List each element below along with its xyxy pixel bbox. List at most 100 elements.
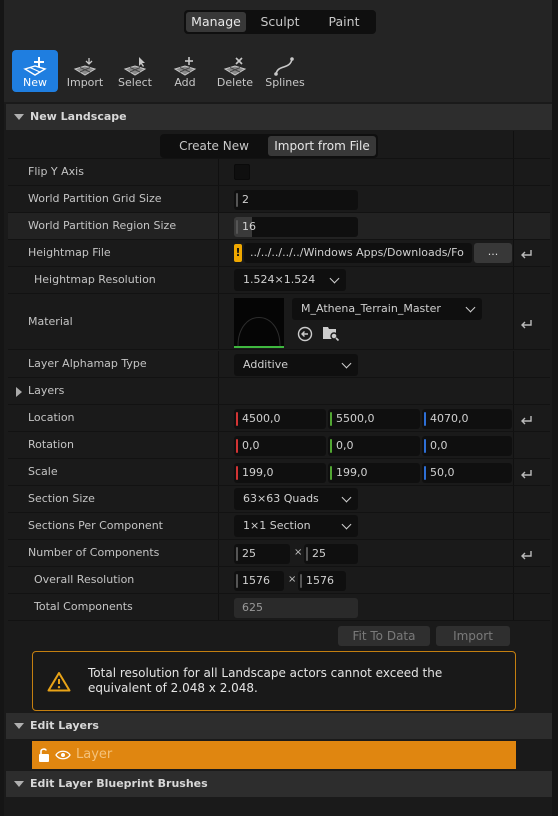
edit-bp-brushes-header[interactable]: Edit Layer Blueprint Brushes — [6, 771, 552, 797]
heightmap-res-combo[interactable]: 1.524×1.524 — [234, 269, 346, 291]
select-label: Select — [118, 76, 152, 89]
layers-row[interactable]: Layers — [8, 378, 550, 405]
add-tool-button[interactable]: Add — [162, 50, 208, 92]
overall-res-y-input[interactable]: 1576 — [298, 571, 346, 591]
spin-handle — [236, 220, 238, 234]
edit-bp-brushes-title: Edit Layer Blueprint Brushes — [30, 777, 208, 790]
import-tool-button[interactable]: Import — [62, 50, 108, 92]
column-divider — [218, 567, 219, 593]
column-divider — [218, 486, 219, 512]
warning-icon — [47, 672, 71, 692]
scale-x-input[interactable]: 199,0 — [234, 463, 326, 483]
material-thumbnail[interactable] — [234, 298, 284, 348]
edit-layers-header[interactable]: Edit Layers — [6, 713, 552, 739]
splines-tool-button[interactable]: Splines — [262, 50, 308, 92]
browse-to-asset-icon[interactable] — [322, 325, 340, 342]
column-divider — [218, 405, 219, 431]
section-size-value: 63×63 Quads — [243, 492, 319, 505]
create-new-tab[interactable]: Create New — [162, 136, 266, 156]
region-size-row: World Partition Region Size 16 — [8, 213, 550, 240]
alphamap-type-combo[interactable]: Additive — [234, 354, 358, 376]
visibility-eye-icon[interactable] — [55, 750, 71, 760]
rotation-y-input[interactable]: 0,0 — [328, 436, 420, 456]
times-separator: × — [288, 574, 297, 585]
x-axis-marker — [236, 439, 238, 453]
reset-to-default-icon[interactable] — [519, 413, 533, 425]
column-divider — [513, 378, 514, 404]
scale-z-input[interactable]: 50,0 — [422, 463, 512, 483]
chevron-down-icon — [341, 519, 352, 530]
mode-sculpt[interactable]: Sculpt — [250, 12, 310, 32]
new-tool-button[interactable]: New — [12, 50, 58, 92]
column-divider — [218, 294, 219, 349]
splines-label: Splines — [265, 76, 305, 89]
reset-to-default-icon[interactable] — [519, 548, 533, 560]
total-components-row: Total Components 625 — [8, 594, 550, 621]
alphamap-type-row: Layer Alphamap Type Additive — [8, 351, 550, 378]
rotation-z-input[interactable]: 0,0 — [422, 436, 512, 456]
chevron-down-icon — [465, 302, 476, 313]
spin-handle — [236, 547, 238, 561]
scale-z-value: 50,0 — [430, 466, 455, 479]
total-components-label: Total Components — [34, 600, 133, 613]
heightmap-path-input[interactable]: ../../../../../Windows Apps/Downloads/Fo — [244, 243, 472, 263]
column-divider — [218, 459, 219, 485]
reset-to-default-icon[interactable] — [519, 467, 533, 479]
delete-tool-button[interactable]: Delete — [212, 50, 258, 92]
new-landscape-icon — [23, 57, 47, 76]
material-label: Material — [28, 315, 73, 328]
rotation-x-input[interactable]: 0,0 — [234, 436, 326, 456]
column-divider — [513, 540, 514, 566]
add-label: Add — [174, 76, 196, 89]
num-components-x-input[interactable]: 25 — [234, 544, 290, 564]
scale-x-value: 199,0 — [242, 466, 274, 479]
column-divider — [513, 486, 514, 512]
new-landscape-header[interactable]: New Landscape — [6, 104, 552, 130]
rotation-x-value: 0,0 — [242, 439, 260, 452]
scale-y-input[interactable]: 199,0 — [328, 463, 420, 483]
spin-handle — [236, 574, 238, 588]
mode-group: Manage Sculpt Paint — [184, 10, 376, 34]
browse-button[interactable]: ... — [474, 243, 512, 263]
column-divider — [513, 159, 514, 185]
num-components-y-input[interactable]: 25 — [304, 544, 358, 564]
y-axis-marker — [330, 439, 332, 453]
location-z-value: 4070,0 — [430, 412, 469, 425]
reset-to-default-icon[interactable] — [519, 317, 533, 329]
sections-per-comp-combo[interactable]: 1×1 Section — [234, 515, 358, 537]
material-combo[interactable]: M_Athena_Terrain_Master — [292, 298, 482, 320]
import-button[interactable]: Import — [436, 626, 510, 646]
region-size-input[interactable]: 16 — [234, 217, 358, 237]
heightmap-file-row: Heightmap File ! ../../../../../Windows … — [8, 240, 550, 267]
mode-paint[interactable]: Paint — [314, 12, 374, 32]
location-y-input[interactable]: 5500,0 — [328, 409, 420, 429]
overall-res-y-value: 1576 — [306, 574, 334, 587]
warning-text: Total resolution for all Landscape actor… — [88, 666, 443, 695]
overall-res-x-input[interactable]: 1576 — [234, 571, 284, 591]
fit-to-data-button[interactable]: Fit To Data — [338, 626, 430, 646]
location-z-input[interactable]: 4070,0 — [422, 409, 512, 429]
section-size-combo[interactable]: 63×63 Quads — [234, 488, 358, 510]
expand-arrow-icon[interactable] — [16, 387, 22, 397]
layer-list-item[interactable]: Layer — [32, 741, 516, 769]
location-label: Location — [28, 411, 75, 424]
reset-to-default-icon[interactable] — [519, 247, 533, 259]
column-divider — [513, 240, 514, 266]
rotation-label: Rotation — [28, 438, 75, 451]
heightmap-res-label: Heightmap Resolution — [34, 273, 156, 286]
select-tool-button[interactable]: Select — [112, 50, 158, 92]
column-divider — [218, 267, 219, 293]
grid-size-row: World Partition Grid Size 2 — [8, 186, 550, 213]
material-row: Material M_Athena_Terrain_Master — [8, 294, 550, 350]
mode-manage[interactable]: Manage — [186, 12, 246, 32]
import-from-file-tab[interactable]: Import from File — [268, 136, 376, 156]
flip-y-checkbox[interactable] — [234, 164, 250, 180]
import-label: Import — [66, 76, 104, 89]
location-row: Location 4500,0 5500,0 4070,0 — [8, 405, 550, 432]
grid-size-input[interactable]: 2 — [234, 190, 358, 210]
use-selected-asset-icon[interactable] — [297, 326, 313, 342]
y-axis-marker — [330, 466, 332, 480]
overall-res-x-value: 1576 — [242, 574, 270, 587]
location-x-input[interactable]: 4500,0 — [234, 409, 326, 429]
unlock-icon[interactable] — [38, 748, 50, 762]
